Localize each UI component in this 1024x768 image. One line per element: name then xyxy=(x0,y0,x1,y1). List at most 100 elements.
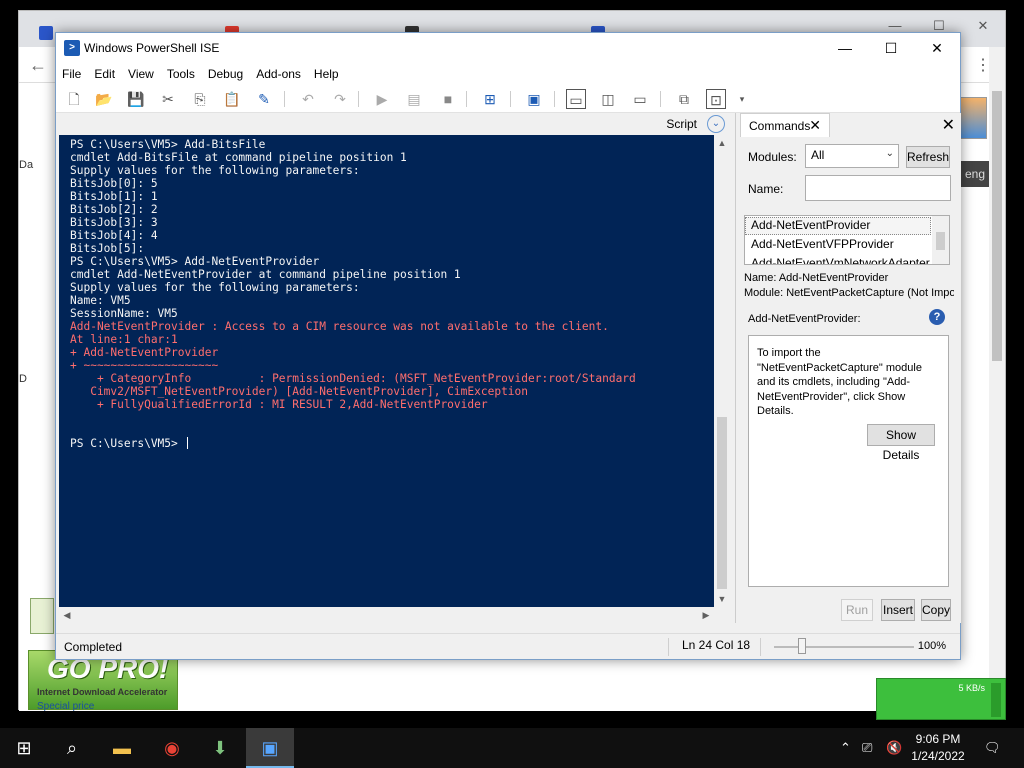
save-icon[interactable]: 💾 xyxy=(126,89,146,109)
scroll-up-icon[interactable]: ▲ xyxy=(714,135,730,151)
script-pane-maximized-icon[interactable]: ▭ xyxy=(630,89,650,109)
scroll-right-icon[interactable]: ▶ xyxy=(698,607,714,623)
console-line: + Add-NetEventProvider xyxy=(70,346,219,359)
list-scrollbar[interactable] xyxy=(932,216,949,264)
chrome-icon[interactable]: ◉ xyxy=(148,728,196,768)
menu-tools[interactable]: Tools xyxy=(166,63,201,85)
console-line: At line:1 char:1 xyxy=(70,333,178,346)
minimize-button[interactable]: — xyxy=(822,33,868,63)
search-icon[interactable]: ⌕ xyxy=(48,728,96,768)
list-item[interactable]: Add-NetEventVFPProvider xyxy=(751,237,894,251)
volume-muted-icon[interactable]: 🔇 xyxy=(886,728,902,768)
powershell-ise-taskbar-icon[interactable]: ▣ xyxy=(246,728,294,768)
list-scroll-thumb[interactable] xyxy=(936,232,945,250)
remote-powershell-icon[interactable]: ⊞ xyxy=(480,89,500,109)
ad-link[interactable]: Special price xyxy=(37,701,94,712)
show-script-pane-icon[interactable]: ⧉ xyxy=(674,89,694,109)
menu-view[interactable]: View xyxy=(127,63,160,85)
window-controls: — ☐ ✕ xyxy=(822,33,960,63)
menu-addons[interactable]: Add-ons xyxy=(255,63,307,85)
command-name-info: Name: Add-NetEventProvider xyxy=(744,272,889,284)
paste-icon[interactable]: 📋 xyxy=(222,89,242,109)
console-line: BitsJob[3]: 3 xyxy=(70,216,158,229)
browser-scroll-thumb[interactable] xyxy=(992,91,1002,361)
script-pane-header: Script ⌄ xyxy=(59,113,729,135)
scroll-thumb[interactable] xyxy=(717,417,727,589)
run-script-icon[interactable]: ▶ xyxy=(372,89,392,109)
toolbar: 🗋 📂 💾 ✂ ⎘ 📋 ✎ ↶ ↷ ▶ ▤ ■ ⊞ ▣ ▭ ◫ ▭ ⧉ ⊡ ▾ xyxy=(56,85,960,113)
cursor-position: Ln 24 Col 18 xyxy=(682,638,751,652)
toolbar-overflow-icon[interactable]: ▾ xyxy=(732,89,752,109)
name-input[interactable] xyxy=(805,175,951,201)
browser-scrollbar[interactable] xyxy=(989,47,1005,711)
new-file-icon[interactable]: 🗋 xyxy=(64,89,84,109)
console-line: + CategoryInfo : PermissionDenied: (MSFT… xyxy=(70,372,636,385)
menu-edit[interactable]: Edit xyxy=(93,63,121,85)
ad-subtitle: Internet Download Accelerator xyxy=(37,687,168,697)
modules-select[interactable]: All ⌄ xyxy=(805,144,899,168)
toolbar-separator xyxy=(660,91,661,107)
chevron-down-icon[interactable]: ⌄ xyxy=(707,115,725,133)
show-details-button[interactable]: Show Details xyxy=(867,424,935,462)
copy-icon[interactable]: ⎘ xyxy=(190,89,210,109)
script-pane-top-icon[interactable]: ▭ xyxy=(566,89,586,109)
status-text: Completed xyxy=(64,640,123,654)
show-command-addon-icon[interactable]: ⊡ xyxy=(706,89,726,109)
console-line: BitsJob[2]: 2 xyxy=(70,203,158,216)
zoom-slider-knob[interactable] xyxy=(798,638,806,654)
network-icon[interactable]: ⎚ xyxy=(862,728,872,768)
show-hidden-icons-icon[interactable]: ⌃ xyxy=(840,728,851,768)
help-icon[interactable]: ? xyxy=(929,309,945,325)
close-tab-icon[interactable]: ✕ xyxy=(809,117,821,134)
download-manager-icon[interactable]: ⬇ xyxy=(196,728,244,768)
powershell-console-icon[interactable]: ▣ xyxy=(524,89,544,109)
refresh-button[interactable]: Refresh xyxy=(906,146,950,168)
start-windows-icon[interactable]: ⊞ xyxy=(0,728,48,768)
copy-button[interactable]: Copy xyxy=(921,599,951,621)
menu-debug[interactable]: Debug xyxy=(207,63,249,85)
close-button[interactable]: ✕ xyxy=(914,33,960,63)
console-pane[interactable]: PS C:\Users\VM5> Add-BitsFile cmdlet Add-… xyxy=(59,135,714,607)
cut-icon[interactable]: ✂ xyxy=(158,89,178,109)
menu-help[interactable]: Help xyxy=(313,63,345,85)
list-item[interactable]: Add-NetEventProvider xyxy=(751,218,870,232)
zoom-slider[interactable] xyxy=(774,646,914,648)
pencil-note-icon[interactable] xyxy=(30,598,54,634)
close-pane-icon[interactable]: ✕ xyxy=(942,115,955,135)
list-item[interactable]: Add-NetEventVmNetworkAdapter xyxy=(751,256,930,264)
run-selection-icon[interactable]: ▤ xyxy=(404,89,424,109)
page-thumbnail-image[interactable] xyxy=(959,97,987,139)
clear-console-icon[interactable]: ✎ xyxy=(254,89,274,109)
ise-title-bar[interactable]: > Windows PowerShell ISE — ☐ ✕ xyxy=(56,33,960,63)
tab-commands[interactable]: Commands ✕ xyxy=(740,113,830,137)
scroll-left-icon[interactable]: ◀ xyxy=(59,607,75,623)
run-button[interactable]: Run xyxy=(841,599,873,621)
notification-center-icon[interactable]: 🗨 xyxy=(984,728,1001,768)
toolbar-separator xyxy=(510,91,511,107)
script-pane-right-icon[interactable]: ◫ xyxy=(598,89,618,109)
menu-file[interactable]: File xyxy=(61,63,87,85)
console-line: + FullyQualifiedErrorId : MI RESULT 2,Ad… xyxy=(70,398,488,411)
script-toggle-label[interactable]: Script xyxy=(666,117,697,131)
toolbar-separator xyxy=(466,91,467,107)
scroll-down-icon[interactable]: ▼ xyxy=(714,591,730,607)
maximize-button[interactable]: ☐ xyxy=(868,33,914,63)
console-vertical-scrollbar[interactable]: ▲ ▼ xyxy=(714,135,730,607)
page-side-label: eng xyxy=(957,161,993,187)
system-clock[interactable]: 9:06 PM 1/24/2022 xyxy=(906,731,970,765)
insert-button[interactable]: Insert xyxy=(881,599,915,621)
commands-list[interactable]: Add-NetEventProvider Add-NetEventVFPProv… xyxy=(744,215,950,265)
modules-selected-value: All xyxy=(811,148,825,162)
toolbar-separator xyxy=(284,91,285,107)
console-line: SessionName: VM5 xyxy=(70,307,178,320)
console-horizontal-scrollbar[interactable]: ◀ ▶ xyxy=(59,607,730,623)
command-module-info: Module: NetEventPacketCapture (Not Impor… xyxy=(744,287,954,299)
undo-icon[interactable]: ↶ xyxy=(298,89,318,109)
file-explorer-icon[interactable]: ▬ xyxy=(98,728,146,768)
redo-icon[interactable]: ↷ xyxy=(330,89,350,109)
back-arrow-icon[interactable]: ← xyxy=(29,55,47,76)
stop-icon[interactable]: ■ xyxy=(438,89,458,109)
open-folder-icon[interactable]: 📂 xyxy=(94,89,114,109)
browser-close-button[interactable]: ✕ xyxy=(961,11,1005,41)
download-speed-widget[interactable]: 5 KB/s xyxy=(876,678,1006,720)
